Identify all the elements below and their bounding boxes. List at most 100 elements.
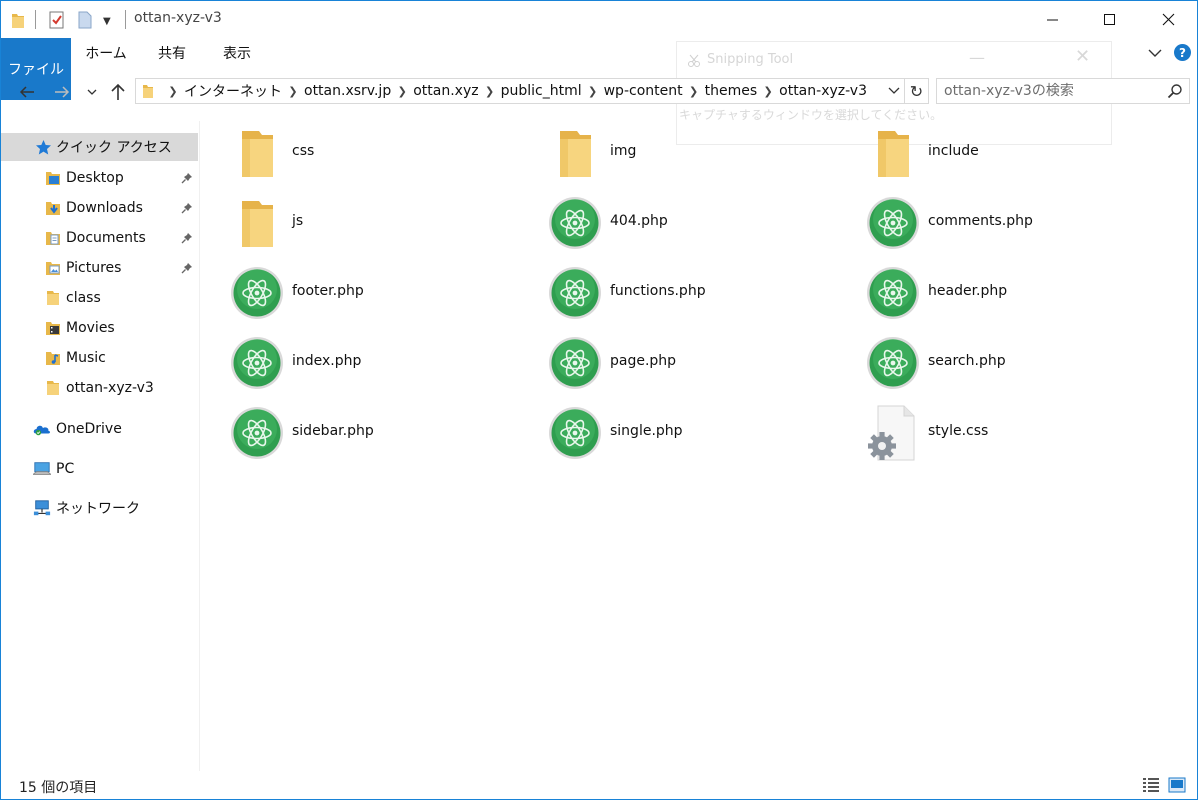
atom-icon: [547, 332, 603, 394]
file-name: page.php: [610, 353, 677, 369]
breadcrumb-item[interactable]: インターネット: [184, 81, 282, 101]
star-icon: [34, 138, 52, 156]
atom-icon: [865, 192, 921, 254]
tab-home[interactable]: ホーム: [75, 38, 137, 67]
file-item-index-php[interactable]: index.php: [229, 332, 529, 394]
file-name: single.php: [610, 423, 683, 439]
breadcrumb-item[interactable]: public_html: [501, 83, 582, 99]
breadcrumb-item[interactable]: ottan.xsrv.jp: [304, 83, 391, 99]
breadcrumb-item[interactable]: ottan.xyz: [413, 83, 478, 99]
breadcrumb-item[interactable]: ottan-xyz-v3: [779, 83, 867, 99]
search-box[interactable]: [936, 78, 1190, 104]
file-name: search.php: [928, 353, 1006, 369]
sidebar-item-pc[interactable]: PC: [1, 455, 198, 483]
sidebar-item-label: クイック アクセス: [56, 140, 172, 156]
sidebar-item-label: class: [66, 290, 101, 306]
refresh-button[interactable]: ↻: [905, 78, 929, 104]
recent-locations-button[interactable]: [84, 81, 100, 103]
atom-icon: [229, 402, 285, 464]
file-item-js[interactable]: js: [229, 192, 529, 254]
atom-icon: [547, 402, 603, 464]
minimize-button[interactable]: [1024, 1, 1082, 38]
file-item-img[interactable]: img: [547, 122, 847, 184]
sidebar-item-documents[interactable]: Documents: [1, 224, 198, 252]
file-name: functions.php: [610, 283, 706, 299]
network-icon: [33, 499, 51, 517]
snipping-tool-title: Snipping Tool: [707, 52, 794, 67]
folder-icon[interactable]: [11, 10, 25, 30]
gear-file-icon: [865, 402, 921, 464]
file-item-header-php[interactable]: header.php: [865, 262, 1165, 324]
chevron-down-icon[interactable]: [883, 78, 905, 104]
details-view-icon[interactable]: [1141, 776, 1161, 794]
breadcrumb-chevron-icon[interactable]: ❯: [683, 85, 705, 98]
file-item-footer-php[interactable]: footer.php: [229, 262, 529, 324]
file-item-style-css[interactable]: style.css: [865, 402, 1165, 464]
pin-icon[interactable]: [180, 261, 194, 275]
new-folder-icon[interactable]: [78, 10, 92, 30]
breadcrumb-chevron-icon[interactable]: ❯: [162, 85, 184, 98]
pin-icon[interactable]: [180, 171, 194, 185]
breadcrumb-chevron-icon[interactable]: ❯: [757, 85, 779, 98]
sidebar-item-ottan-xyz-v3[interactable]: ottan-xyz-v3: [1, 374, 198, 402]
file-item-404-php[interactable]: 404.php: [547, 192, 847, 254]
file-item-include[interactable]: include: [865, 122, 1165, 184]
file-name: js: [292, 213, 304, 229]
customize-toolbar-icon[interactable]: ▼: [103, 11, 111, 31]
breadcrumb-item[interactable]: wp-content: [604, 83, 683, 99]
sidebar-item-label: ネットワーク: [56, 501, 140, 517]
file-name: img: [610, 143, 637, 159]
sidebar-item-pictures[interactable]: Pictures: [1, 254, 198, 282]
file-item-page-php[interactable]: page.php: [547, 332, 847, 394]
file-item-search-php[interactable]: search.php: [865, 332, 1165, 394]
status-bar: 15 個の項目: [1, 771, 1197, 799]
sidebar-item-desktop[interactable]: Desktop: [1, 164, 198, 192]
documents-folder-icon: [44, 229, 62, 247]
pin-icon[interactable]: [180, 201, 194, 215]
file-item-single-php[interactable]: single.php: [547, 402, 847, 464]
sidebar-item-class[interactable]: class: [1, 284, 198, 312]
maximize-button[interactable]: [1081, 1, 1139, 38]
search-input[interactable]: [937, 79, 1157, 103]
breadcrumb-chevron-icon[interactable]: ❯: [582, 85, 604, 98]
breadcrumb-chevron-icon[interactable]: ❯: [479, 85, 501, 98]
sidebar-item-onedrive[interactable]: OneDrive: [1, 415, 198, 443]
search-icon[interactable]: [1167, 83, 1183, 103]
up-button[interactable]: [107, 81, 129, 103]
explorer-window: ▼ ottan-xyz-v3 ファイル ホーム 共有 表示 ? Snipping…: [0, 0, 1198, 800]
tab-view[interactable]: 表示: [207, 38, 267, 67]
computer-icon: [33, 460, 51, 478]
back-button[interactable]: [16, 81, 38, 103]
sidebar-item-music[interactable]: Music: [1, 344, 198, 372]
folder-icon: [229, 122, 285, 184]
file-item-sidebar-php[interactable]: sidebar.php: [229, 402, 529, 464]
properties-icon[interactable]: [49, 10, 65, 30]
sidebar-item-downloads[interactable]: Downloads: [1, 194, 198, 222]
onedrive-icon: [33, 420, 51, 438]
sidebar-item-network[interactable]: ネットワーク: [1, 494, 198, 522]
tab-share[interactable]: 共有: [143, 38, 201, 67]
downloads-folder-icon: [44, 199, 62, 217]
help-button[interactable]: ?: [1174, 44, 1191, 61]
breadcrumb-chevron-icon[interactable]: ❯: [282, 85, 304, 98]
large-icons-view-icon[interactable]: [1167, 776, 1187, 794]
pin-icon[interactable]: [180, 231, 194, 245]
atom-icon: [865, 332, 921, 394]
desktop-folder-icon: [44, 169, 62, 187]
breadcrumb-item[interactable]: themes: [705, 83, 758, 99]
sidebar-item-quick-access[interactable]: クイック アクセス: [1, 133, 198, 161]
file-name: 404.php: [610, 213, 668, 229]
close-button[interactable]: [1139, 1, 1197, 38]
forward-button[interactable]: [51, 81, 73, 103]
file-item-css[interactable]: css: [229, 122, 529, 184]
address-bar[interactable]: ❯ インターネット ❯ ottan.xsrv.jp ❯ ottan.xyz ❯ …: [135, 78, 905, 104]
chevron-down-icon[interactable]: [1146, 44, 1164, 62]
divider: [35, 10, 36, 29]
atom-icon: [547, 192, 603, 254]
file-item-functions-php[interactable]: functions.php: [547, 262, 847, 324]
sidebar-item-movies[interactable]: Movies: [1, 314, 198, 342]
sidebar-item-label: ottan-xyz-v3: [66, 380, 154, 396]
breadcrumb-chevron-icon[interactable]: ❯: [391, 85, 413, 98]
sidebar-item-label: PC: [56, 461, 75, 477]
file-item-comments-php[interactable]: comments.php: [865, 192, 1165, 254]
